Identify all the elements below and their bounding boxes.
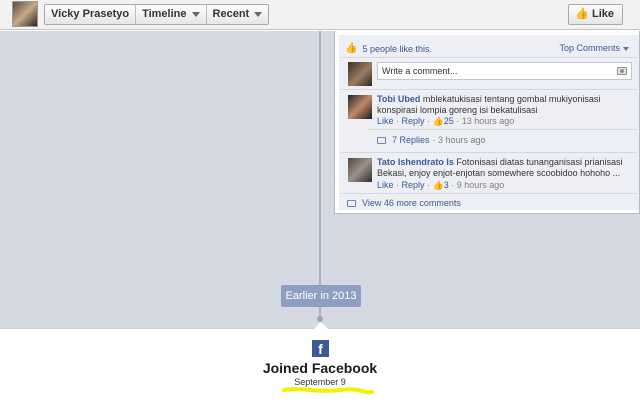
comment-body: Tobi Ubed mblekatukisasi tentang gombal … — [377, 94, 635, 116]
comment-meta: Like · Reply · 👍25 · 13 hours ago — [377, 116, 515, 126]
divider — [341, 57, 637, 58]
more-comments-label: View 46 more comments — [362, 198, 461, 208]
thumbs-up-icon: 👍 — [432, 180, 444, 190]
timeline-spine — [319, 31, 321, 316]
joined-facebook-title: Joined Facebook — [262, 360, 378, 376]
comment-input-placeholder: Write a comment... — [382, 66, 458, 76]
comment-author[interactable]: Tobi Ubed — [377, 94, 420, 104]
top-comments-dropdown[interactable]: Top Comments — [559, 43, 629, 53]
like-label: Like — [591, 8, 614, 20]
yellow-highlight-mark — [282, 387, 374, 395]
thumbs-up-icon: 👍 — [345, 43, 358, 54]
chevron-down-icon — [623, 46, 629, 51]
comment-like-link[interactable]: Like — [377, 116, 394, 126]
comment-reply-link[interactable]: Reply — [402, 180, 425, 190]
comment-like-count[interactable]: 25 — [444, 116, 454, 126]
earlier-year-marker[interactable]: Earlier in 2013 — [281, 285, 361, 307]
divider — [341, 152, 637, 153]
chevron-down-icon — [191, 11, 200, 17]
comment-meta: Like · Reply · 👍3 · 9 hours ago — [377, 180, 505, 190]
likes-text: 5 people like this. — [362, 43, 432, 54]
comment-reply-link[interactable]: Reply — [402, 116, 425, 126]
comment-panel-inner: 👍 5 people like this. Top Comments Write… — [339, 35, 639, 210]
profile-nav: Vicky Prasetyo Timeline Recent — [44, 4, 270, 25]
speech-bubble-icon — [347, 199, 356, 207]
thumbs-up-icon: 👍 — [432, 116, 444, 126]
like-page-button[interactable]: 👍 Like — [568, 4, 623, 25]
view-replies-link[interactable]: 7 Replies · 3 hours ago — [377, 135, 486, 145]
comment-panel: 👍 5 people like this. Top Comments Write… — [334, 31, 640, 214]
divider — [341, 193, 637, 194]
chevron-down-icon — [254, 11, 263, 17]
comment-body: Tato Ishendrato Is Fotonisasi diatas tun… — [377, 157, 635, 179]
facebook-logo-icon: f — [312, 340, 329, 357]
comment-avatar[interactable] — [348, 95, 372, 119]
divider — [369, 129, 637, 130]
top-bar: Vicky Prasetyo Timeline Recent 👍 Like — [0, 0, 640, 30]
view-more-comments-link[interactable]: View 46 more comments — [347, 198, 461, 208]
timeline-notch — [314, 322, 328, 329]
comment-input[interactable]: Write a comment... — [377, 62, 632, 80]
comment-time[interactable]: 9 hours ago — [457, 180, 505, 190]
comment-author[interactable]: Tato Ishendrato Is — [377, 157, 454, 167]
comment-like-count[interactable]: 3 — [444, 180, 449, 190]
commenter-avatar — [348, 62, 372, 86]
timeline-dropdown[interactable]: Timeline — [136, 5, 207, 24]
replies-label: 7 Replies — [392, 135, 430, 145]
speech-bubble-icon — [377, 136, 386, 144]
profile-avatar[interactable] — [12, 1, 38, 27]
recent-label: Recent — [212, 8, 250, 20]
profile-name-button[interactable]: Vicky Prasetyo — [45, 5, 137, 24]
camera-icon[interactable] — [617, 67, 627, 75]
thumbs-up-icon: 👍 — [575, 8, 589, 20]
recent-dropdown[interactable]: Recent — [207, 5, 269, 24]
comment-avatar[interactable] — [348, 158, 372, 182]
divider — [341, 89, 637, 90]
comment-like-link[interactable]: Like — [377, 180, 394, 190]
timeline-label: Timeline — [142, 8, 187, 20]
top-comments-label: Top Comments — [559, 43, 620, 53]
replies-time: 3 hours ago — [438, 135, 486, 145]
likes-summary[interactable]: 👍 5 people like this. — [345, 43, 432, 54]
comment-time[interactable]: 13 hours ago — [462, 116, 515, 126]
